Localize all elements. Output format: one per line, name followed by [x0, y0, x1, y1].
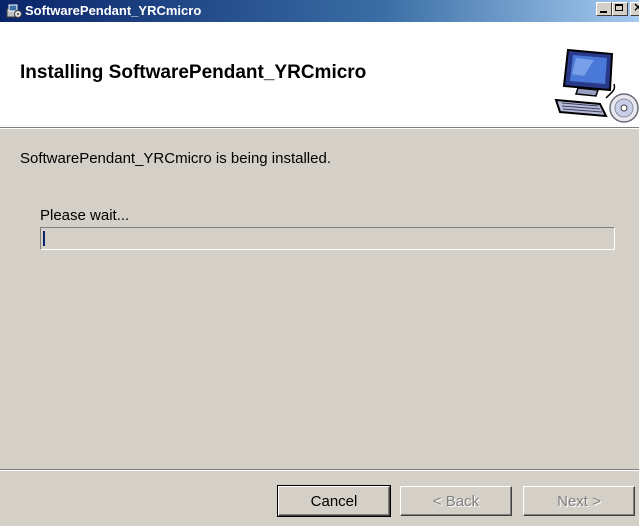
maximize-button[interactable]: [612, 2, 628, 16]
minimize-button[interactable]: [596, 2, 612, 16]
close-icon: ×: [633, 0, 639, 14]
cancel-button[interactable]: Cancel: [277, 485, 391, 517]
title-bar[interactable]: SoftwarePendant_YRCmicro ×: [0, 0, 639, 22]
install-progress-bar: [40, 227, 615, 250]
header-banner: Installing SoftwarePendant_YRCmicro: [0, 22, 639, 129]
close-button[interactable]: ×: [630, 0, 639, 16]
window-title: SoftwarePendant_YRCmicro: [25, 3, 202, 18]
please-wait-label: Please wait...: [40, 207, 130, 224]
back-button[interactable]: < Back: [400, 486, 512, 516]
computer-with-cd-icon: [554, 48, 639, 123]
install-status-text: SoftwarePendant_YRCmicro is being instal…: [20, 150, 331, 167]
next-button[interactable]: Next >: [523, 486, 635, 516]
page-title: Installing SoftwarePendant_YRCmicro: [20, 62, 367, 83]
installer-window: SoftwarePendant_YRCmicro × Installing So…: [0, 0, 639, 526]
installer-app-icon: [6, 4, 22, 18]
progress-fill: [43, 231, 45, 246]
footer-divider-highlight: [0, 470, 639, 471]
